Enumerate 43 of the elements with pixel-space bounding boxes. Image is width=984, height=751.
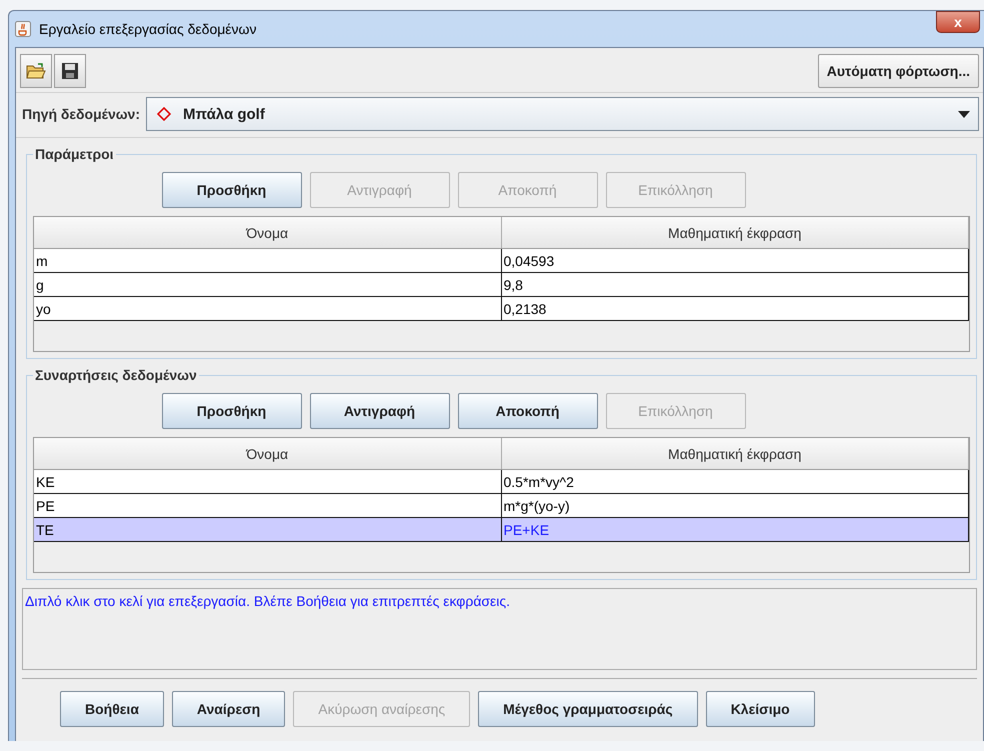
cup-icon bbox=[15, 21, 31, 37]
group-title: Παράμετροι bbox=[34, 146, 115, 162]
table-cell: PE bbox=[34, 494, 502, 517]
table-cell: PE+KE bbox=[502, 518, 969, 541]
open-folder-button[interactable] bbox=[20, 54, 52, 88]
table-row[interactable]: TE PE+KE bbox=[34, 518, 969, 542]
column-header[interactable]: Μαθηματική έκφραση bbox=[502, 438, 969, 469]
folder-icon bbox=[26, 62, 46, 80]
table-row[interactable]: PE m*g*(yo-y) bbox=[34, 494, 969, 518]
table-cell: KE bbox=[34, 470, 502, 493]
table-cell: m*g*(yo-y) bbox=[502, 494, 969, 517]
table-row[interactable]: g 9,8 bbox=[34, 273, 969, 297]
action-button[interactable]: Προσθήκη bbox=[162, 393, 302, 429]
column-header[interactable]: Όνομα bbox=[34, 438, 502, 469]
data-source-label: Πηγή δεδομένων: bbox=[22, 106, 140, 122]
caret-icon bbox=[958, 110, 970, 118]
column-header[interactable]: Μαθηματική έκφραση bbox=[502, 217, 969, 248]
action-button[interactable]: Αντιγραφή bbox=[310, 393, 450, 429]
action-button[interactable]: Αποκοπή bbox=[458, 393, 598, 429]
table-cell: 0.5*m*vy^2 bbox=[502, 470, 969, 493]
diamond-icon bbox=[157, 107, 172, 121]
table-cell: TE bbox=[34, 518, 502, 541]
hint-text: Διπλό κλικ στο κελί για επεξεργασία. Βλέπε Βοήθεια για επιτρεπτές εκφράσεις. bbox=[25, 593, 510, 609]
column-header[interactable]: Όνομα bbox=[34, 217, 502, 248]
table-cell: yo bbox=[34, 297, 502, 320]
auto-load-button[interactable]: Αυτόματη φόρτωση... bbox=[818, 54, 979, 88]
dialog-button[interactable]: Κλείσιμο bbox=[706, 691, 815, 727]
table-row[interactable]: m 0,04593 bbox=[34, 249, 969, 273]
window-title: Εργαλείο επεξεργασίας δεδομένων bbox=[39, 21, 256, 37]
table-row[interactable]: KE 0.5*m*vy^2 bbox=[34, 470, 969, 494]
table-row[interactable]: yo 0,2138 bbox=[34, 297, 969, 321]
dialog-button[interactable]: Αναίρεση bbox=[172, 691, 286, 727]
dialog-button[interactable]: Βοήθεια bbox=[60, 691, 164, 727]
data-source-dropdown[interactable]: Μπάλα golf bbox=[146, 97, 979, 131]
table-cell: 0,2138 bbox=[502, 297, 969, 320]
group-title: Συναρτήσεις δεδομένων bbox=[34, 367, 198, 383]
action-button[interactable]: Προσθήκη bbox=[162, 172, 302, 208]
dialog-button[interactable]: Μέγεθος γραμματοσειράς bbox=[478, 691, 698, 727]
table-cell: 9,8 bbox=[502, 273, 969, 296]
table-cell: g bbox=[34, 273, 502, 296]
table-cell: m bbox=[34, 249, 502, 272]
table-cell: 0,04593 bbox=[502, 249, 969, 272]
save-button[interactable] bbox=[54, 54, 86, 88]
